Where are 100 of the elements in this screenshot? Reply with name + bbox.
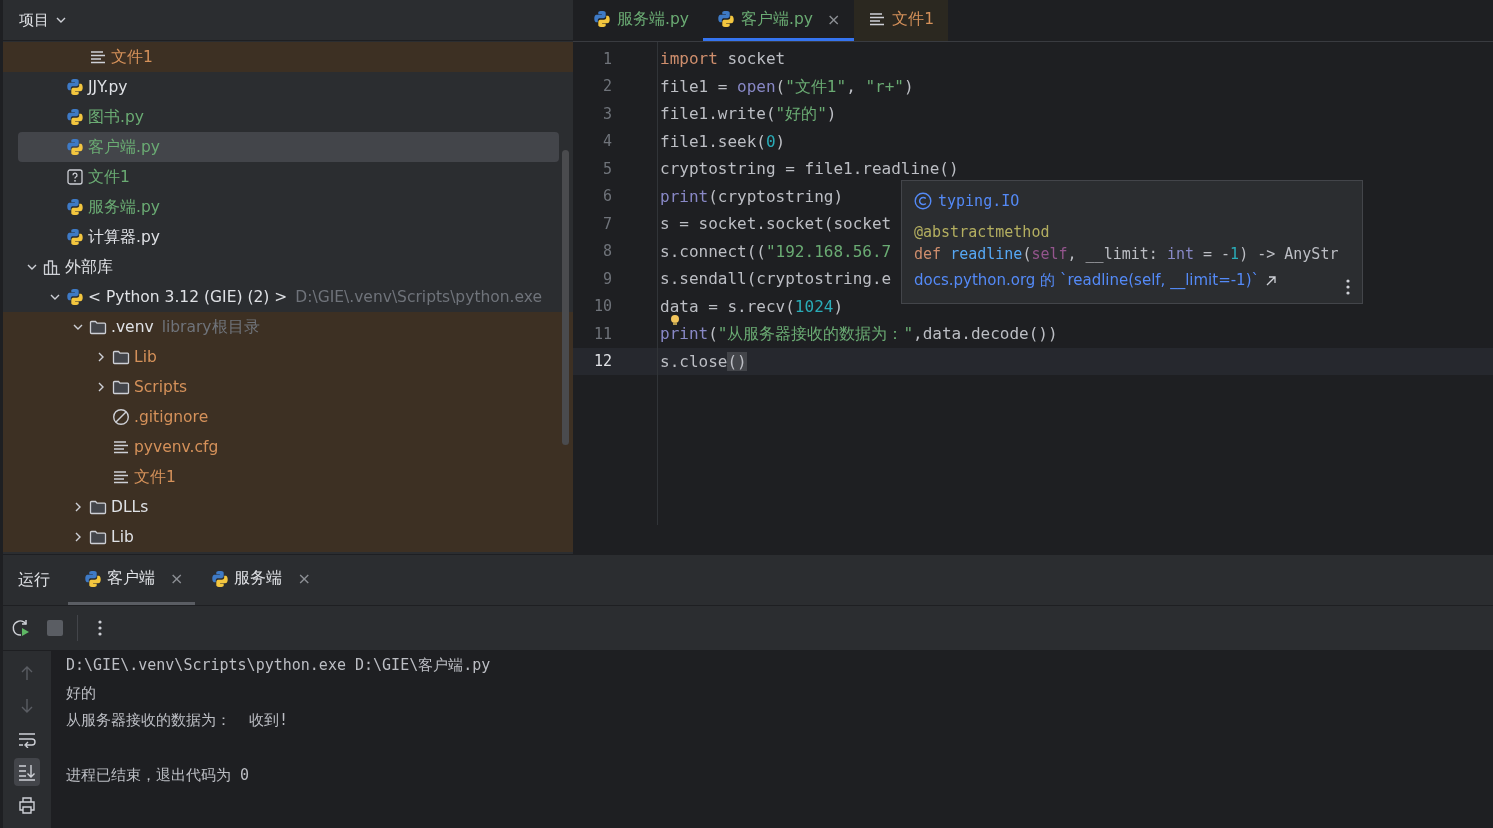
doc-link[interactable]: docs.python.org 的 `readline(self, __limit=-1)` <box>914 271 1259 290</box>
code-line: cryptostring = file1.readline() <box>660 160 959 178</box>
stop-icon <box>47 620 63 636</box>
printer-icon <box>18 796 36 814</box>
python-file-icon <box>211 569 230 588</box>
python-file-icon <box>84 569 102 588</box>
editor-tab[interactable]: 文件1 <box>854 0 949 41</box>
tree-item[interactable]: .venv library根目录 <box>3 312 573 342</box>
wrap-lines-icon <box>18 730 36 748</box>
item-label: .gitignore <box>134 408 209 426</box>
item-label: .venv <box>111 318 154 336</box>
blocked-circle-icon <box>112 408 130 426</box>
tree-item[interactable]: 服务端.py <box>3 192 573 222</box>
console-line: D:\GIE\.venv\Scripts\python.exe D:\GIE\客户端.py <box>66 655 492 677</box>
signature-text: def readline(self, __limit: int = -1) -> AnyStr <box>914 245 1340 263</box>
item-hint: D:\GIE\.venv\Scripts\python.exe <box>295 288 542 306</box>
run-tab[interactable]: 服务端 × <box>195 555 323 605</box>
code-line: import socket <box>660 50 786 68</box>
line-number: 9 <box>601 268 613 290</box>
console-line: 进程已结束，退出代码为 0 <box>66 765 251 787</box>
more-icon[interactable] <box>1346 279 1350 295</box>
code-line: file1 = open("文件1", "r+") <box>660 77 914 95</box>
more-icon <box>98 620 102 636</box>
tree-item[interactable]: DLLs <box>3 492 573 522</box>
code-line: print(cryptostring) <box>660 187 844 205</box>
folder-icon <box>112 348 130 366</box>
line-number: 1 <box>601 48 613 70</box>
text-lines-icon <box>89 48 107 66</box>
text-lines-icon <box>112 438 130 456</box>
code-line: file1.seek(0) <box>660 132 786 150</box>
tree-item[interactable]: pyvenv.cfg <box>3 432 573 462</box>
decorator-text: @abstractmethod <box>914 223 1051 241</box>
tree-item[interactable]: Scripts <box>3 372 573 402</box>
item-label: 客户端.py <box>88 136 160 158</box>
item-label: 文件1 <box>111 46 153 68</box>
tree-item[interactable]: 客户端.py <box>18 132 559 162</box>
item-label: < Python 3.12 (GIE) (2) > <box>88 288 288 306</box>
tree-item[interactable]: Lib <box>3 342 573 372</box>
code-line: data = s.recv(1024) <box>660 297 844 315</box>
python-file-icon <box>66 288 84 306</box>
tree-item[interactable]: Lib <box>3 522 573 552</box>
tree-item[interactable]: .gitignore <box>3 402 573 432</box>
python-file-icon <box>593 10 611 28</box>
editor-tab[interactable]: 服务端.py <box>579 0 703 41</box>
class-icon <box>914 192 932 210</box>
tree-item[interactable]: 图书.py <box>3 102 573 132</box>
lightbulb-icon[interactable] <box>670 315 680 325</box>
line-number: 8 <box>601 241 613 263</box>
run-tab[interactable]: 客户端 × <box>68 555 196 605</box>
line-number: 6 <box>601 186 613 208</box>
python-file-icon <box>66 228 84 246</box>
console-line: 从服务器接收的数据为： 收到! <box>66 710 290 732</box>
python-file-icon <box>716 10 735 28</box>
library-bars-icon <box>43 258 61 276</box>
item-hint: library根目录 <box>161 316 260 338</box>
item-label: 图书.py <box>88 106 144 128</box>
item-label: pyvenv.cfg <box>134 438 219 456</box>
python-file-icon <box>66 198 84 216</box>
item-label: 文件1 <box>134 466 176 488</box>
question-file-icon <box>66 168 84 186</box>
tree-item[interactable]: 文件1 <box>3 462 573 492</box>
python-file-icon <box>66 78 84 96</box>
item-label: 外部库 <box>65 256 113 278</box>
tree-item[interactable]: 文件1 <box>3 42 573 72</box>
panel-title: 运行 <box>17 569 51 591</box>
item-label: DLLs <box>111 498 149 516</box>
python-file-icon <box>66 138 84 156</box>
scroll-to-end-button[interactable] <box>14 758 40 786</box>
text-lines-icon <box>868 10 887 28</box>
code-line: print("从服务器接收的数据为：",data.decode()) <box>660 325 1058 343</box>
line-number: 5 <box>601 158 613 180</box>
close-icon[interactable]: × <box>297 569 311 588</box>
rerun-icon <box>11 618 31 638</box>
tree-item[interactable]: 外部库 <box>3 252 573 282</box>
code-line: s.connect(("192.168.56.7 <box>660 242 892 260</box>
item-label: Lib <box>134 348 157 366</box>
line-number: 3 <box>601 103 613 125</box>
item-label: Lib <box>111 528 134 546</box>
line-number: 10 <box>592 296 613 318</box>
tree-item[interactable]: < Python 3.12 (GIE) (2) > D:\GIE\.venv\Scripts\python.exe <box>3 282 573 312</box>
close-icon[interactable]: × <box>170 569 184 588</box>
code-line: s.close() <box>660 352 747 370</box>
line-number: 11 <box>592 323 613 345</box>
item-label: JJY.py <box>88 78 128 96</box>
python-file-icon <box>66 108 84 126</box>
line-number: 2 <box>601 76 613 98</box>
folder-icon <box>89 498 107 516</box>
close-icon[interactable]: × <box>826 9 841 29</box>
external-arrow-icon[interactable] <box>1265 274 1277 287</box>
scroll-to-end-icon <box>18 763 36 781</box>
folder-icon <box>112 378 130 396</box>
code-line: s = socket.socket(socket <box>660 215 892 233</box>
panel-title[interactable]: 项目 <box>19 10 49 30</box>
folder-icon <box>89 528 107 546</box>
tree-item[interactable]: 文件1 <box>3 162 573 192</box>
tree-item[interactable]: 计算器.py <box>3 222 573 252</box>
tree-item[interactable]: JJY.py <box>3 72 573 102</box>
text-lines-icon <box>112 468 130 486</box>
line-number: 7 <box>601 213 613 235</box>
scrollbar-thumb[interactable] <box>562 150 569 445</box>
